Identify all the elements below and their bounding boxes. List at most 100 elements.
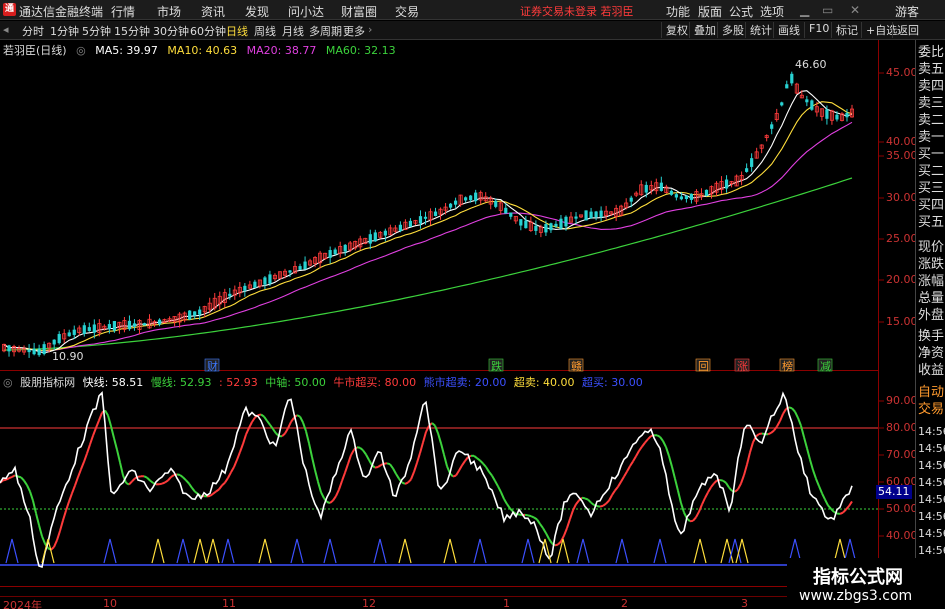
quote-volume[interactable]: 总量 xyxy=(918,290,945,307)
slow-line-segment xyxy=(674,478,679,492)
signal-triangle xyxy=(398,538,412,564)
slow-line-segment xyxy=(41,535,46,544)
marker-rise[interactable]: 涨 xyxy=(737,358,748,374)
slow-line-segment xyxy=(164,479,169,484)
ma5-legend: MA5: 39.97 xyxy=(95,44,158,57)
quote-change[interactable]: 涨跌 xyxy=(918,256,945,273)
slow-line-segment xyxy=(638,446,643,452)
quote-earnings[interactable]: 收益 xyxy=(918,362,945,379)
time-5: 14:56 xyxy=(918,493,945,506)
quote-buy4[interactable]: 买四 xyxy=(918,197,945,214)
slow-line-segment xyxy=(158,482,163,486)
candle-body xyxy=(298,266,302,270)
slow-line-segment xyxy=(341,472,346,482)
candle-body xyxy=(534,225,538,231)
slow-line-segment xyxy=(800,425,805,438)
quote-sell3[interactable]: 卖三 xyxy=(918,95,945,112)
legend-collapse-icon[interactable]: ◎ xyxy=(76,44,86,57)
slow-line-segment xyxy=(452,474,457,478)
slow-line-segment xyxy=(539,523,544,529)
quote-sell2[interactable]: 卖二 xyxy=(918,112,945,129)
slow-line-segment xyxy=(248,421,253,429)
candle-body xyxy=(790,73,794,84)
candle-body xyxy=(835,114,839,120)
slow-line-segment xyxy=(17,475,22,479)
current-indicator-value: 54.11 xyxy=(876,485,912,499)
indicator-name[interactable]: 股朋指标网 xyxy=(20,376,75,389)
quote-sell4[interactable]: 卖四 xyxy=(918,78,945,95)
slow-line-segment xyxy=(677,490,682,504)
marker-drop[interactable]: 跌 xyxy=(491,358,502,374)
slow-line-segment xyxy=(86,444,91,454)
candle-body xyxy=(373,232,377,242)
time-1: 14:56 xyxy=(918,425,945,438)
trade-button[interactable]: 交易 xyxy=(918,401,945,418)
candle-body xyxy=(448,203,453,208)
signal-triangle xyxy=(258,538,272,564)
marker-rank[interactable]: 榜 xyxy=(782,358,793,374)
quote-buy2[interactable]: 买二 xyxy=(918,163,945,180)
slow-line-segment xyxy=(185,479,190,485)
candle-body xyxy=(519,219,523,226)
stock-title[interactable]: 若羽臣(日线) xyxy=(3,44,67,57)
candle-body xyxy=(67,332,71,337)
quote-turnover[interactable]: 换手 xyxy=(918,328,945,345)
slow-line-segment xyxy=(554,543,559,547)
quote-sell5[interactable]: 卖五 xyxy=(918,61,945,78)
slow-line-segment xyxy=(488,471,493,477)
chart-canvas[interactable] xyxy=(0,0,945,609)
candle-body xyxy=(228,293,232,297)
slow-line-segment xyxy=(53,539,58,548)
slow-line-segment xyxy=(461,460,466,466)
quote-weibi[interactable]: 委比 xyxy=(918,44,945,61)
slow-line-segment xyxy=(56,530,61,541)
slow-line-segment xyxy=(251,416,256,423)
auto-button[interactable]: 自动 xyxy=(918,384,945,401)
marker-gan[interactable]: 赣 xyxy=(571,358,582,374)
quote-buy3[interactable]: 买三 xyxy=(918,180,945,197)
slow-line-segment xyxy=(656,434,661,438)
quote-price[interactable]: 现价 xyxy=(918,239,945,256)
slow-line-segment xyxy=(770,429,775,434)
slow-line-segment xyxy=(437,432,442,444)
slow-line-segment xyxy=(188,483,193,489)
slow-line-segment xyxy=(167,476,172,482)
slow-line-segment xyxy=(395,473,400,480)
slow-line-segment xyxy=(338,480,343,490)
slow-line-segment xyxy=(209,492,214,497)
slow-line-segment xyxy=(170,474,175,478)
slow-line-segment xyxy=(215,488,220,493)
slow-line-legend: 慢线: 52.93 xyxy=(150,376,212,389)
slow-line-segment xyxy=(284,427,289,434)
date-nov: 11 xyxy=(222,597,236,609)
signal-triangle xyxy=(221,538,235,564)
marker-reduce[interactable]: 减 xyxy=(820,358,831,374)
marker-finance[interactable]: 财 xyxy=(207,358,218,374)
quote-buy1[interactable]: 买一 xyxy=(918,146,945,163)
slow-line-segment xyxy=(611,489,616,496)
candle-body xyxy=(524,220,528,229)
signal-triangle xyxy=(653,538,667,564)
quote-buy5[interactable]: 买五 xyxy=(918,214,945,231)
slow-line-segment xyxy=(407,478,412,484)
slow-line-segment xyxy=(755,433,760,438)
quote-sell1[interactable]: 卖一 xyxy=(918,129,945,146)
time-3: 14:56 xyxy=(918,459,945,472)
time-2: 14:56 xyxy=(918,442,945,455)
slow-line-segment xyxy=(545,532,550,540)
price-tick-25: 25.00 xyxy=(886,232,918,245)
slow-line-segment xyxy=(701,497,706,505)
slow-line-segment xyxy=(809,459,814,471)
ma20-legend: MA20: 38.77 xyxy=(246,44,317,57)
quote-outer[interactable]: 外盘 xyxy=(918,307,945,324)
slow-line-segment xyxy=(614,486,619,492)
marker-return[interactable]: 回 xyxy=(698,358,709,374)
slow-line-segment xyxy=(281,432,286,437)
slow-line-segment xyxy=(239,443,244,453)
quote-net-asset[interactable]: 净资 xyxy=(918,345,945,362)
slow-line-segment xyxy=(776,420,781,427)
indicator-collapse-icon[interactable]: ◎ xyxy=(3,376,13,389)
indicator-legend: ◎ 股朋指标网 快线: 58.51 慢线: 52.93 : 52.93 中轴: … xyxy=(3,374,647,390)
quote-change-pct[interactable]: 涨幅 xyxy=(918,273,945,290)
ind-tick-50: 50.00 xyxy=(886,502,918,515)
